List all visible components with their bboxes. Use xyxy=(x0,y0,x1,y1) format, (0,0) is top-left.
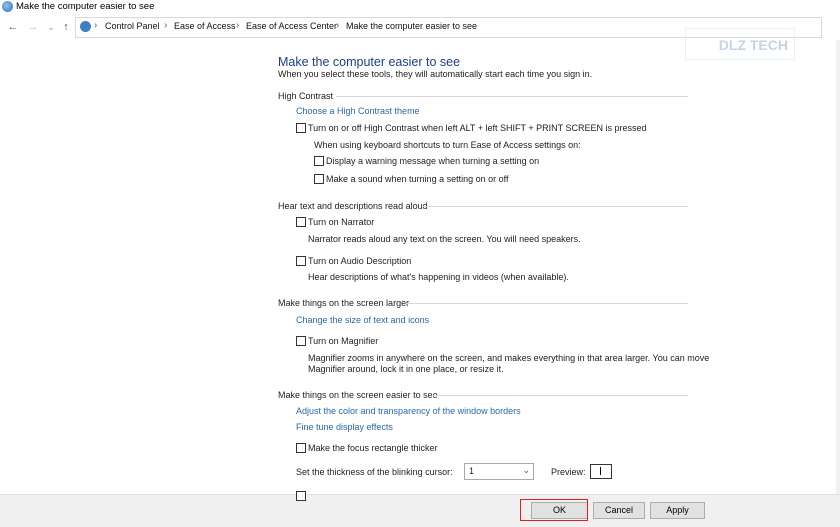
section-divider xyxy=(406,303,688,304)
window-title: Make the computer easier to see xyxy=(16,1,155,12)
partially-hidden-checkbox[interactable] xyxy=(296,491,306,501)
narrator-checkbox[interactable] xyxy=(296,217,306,227)
scrollbar-track[interactable] xyxy=(836,40,840,495)
audio-description-label: Turn on Audio Description xyxy=(308,256,412,266)
high-contrast-shortcut-checkbox[interactable] xyxy=(296,123,306,133)
magnifier-description: Magnifier around, lock it in one place, … xyxy=(308,364,504,374)
high-contrast-shortcut-label: Turn on or off High Contrast when left A… xyxy=(308,123,647,133)
breadcrumb-ease-of-access[interactable]: Ease of Access xyxy=(174,21,236,31)
back-arrow-icon[interactable]: ← xyxy=(6,20,20,34)
sound-checkbox[interactable] xyxy=(314,174,324,184)
high-contrast-theme-link[interactable]: Choose a High Contrast theme xyxy=(296,106,420,116)
window-borders-link[interactable]: Adjust the color and transparency of the… xyxy=(296,406,521,416)
text-size-link[interactable]: Change the size of text and icons xyxy=(296,315,429,325)
sound-label: Make a sound when turning a setting on o… xyxy=(326,174,509,184)
magnifier-description: Magnifier zooms in anywhere on the scree… xyxy=(308,353,710,363)
control-panel-icon xyxy=(2,1,13,12)
audio-description-description: Hear descriptions of what's happening in… xyxy=(308,272,569,282)
button-bar xyxy=(0,494,840,527)
magnifier-checkbox[interactable] xyxy=(296,336,306,346)
ok-button-highlight xyxy=(520,499,588,521)
page-title: Make the computer easier to see xyxy=(278,55,461,69)
cursor-preview-caret xyxy=(600,467,601,475)
warning-message-label: Display a warning message when turning a… xyxy=(326,156,540,166)
control-panel-icon xyxy=(80,21,91,32)
recent-locations-icon[interactable]: ⌄ xyxy=(44,20,58,34)
forward-arrow-icon[interactable]: → xyxy=(26,20,40,34)
section-heading-high-contrast: High Contrast xyxy=(278,91,334,101)
chevron-down-icon: ⌄ xyxy=(522,465,530,475)
breadcrumb-ease-of-access-center[interactable]: Ease of Access Center xyxy=(246,21,337,31)
cancel-button[interactable]: Cancel xyxy=(593,502,645,519)
warning-message-checkbox[interactable] xyxy=(314,156,324,166)
cursor-thickness-label: Set the thickness of the blinking cursor… xyxy=(296,467,453,477)
up-arrow-icon[interactable]: ↑ xyxy=(59,20,73,34)
focus-rectangle-label: Make the focus rectangle thicker xyxy=(308,443,438,453)
section-divider xyxy=(422,206,688,207)
magnifier-label: Turn on Magnifier xyxy=(308,336,379,346)
cursor-thickness-value: 1 xyxy=(469,466,475,476)
title-bar: Make the computer easier to see xyxy=(0,0,840,14)
section-heading-read-aloud: Hear text and descriptions read aloud xyxy=(278,201,428,211)
breadcrumb-current-page[interactable]: Make the computer easier to see xyxy=(346,21,477,31)
display-effects-link[interactable]: Fine tune display effects xyxy=(296,422,393,432)
cursor-thickness-dropdown[interactable]: 1 ⌄ xyxy=(464,463,534,480)
page-subtitle: When you select these tools, they will a… xyxy=(278,69,593,79)
apply-button[interactable]: Apply xyxy=(650,502,705,519)
preview-label: Preview: xyxy=(551,467,586,477)
breadcrumb-control-panel[interactable]: Control Panel xyxy=(105,21,160,31)
narrator-description: Narrator reads aloud any text on the scr… xyxy=(308,234,581,244)
narrator-label: Turn on Narrator xyxy=(308,217,375,227)
breadcrumb-separator[interactable]: › xyxy=(336,20,339,31)
breadcrumb-separator: › xyxy=(94,20,98,31)
section-divider xyxy=(336,96,688,97)
watermark-logo: DLZ TECH xyxy=(685,28,795,60)
section-divider xyxy=(432,395,688,396)
breadcrumb-separator[interactable]: › xyxy=(164,20,167,31)
shortcuts-note: When using keyboard shortcuts to turn Ea… xyxy=(314,140,581,150)
cursor-preview xyxy=(590,464,612,479)
focus-rectangle-checkbox[interactable] xyxy=(296,443,306,453)
breadcrumb-separator[interactable]: › xyxy=(236,20,239,31)
section-heading-easier-to-see: Make things on the screen easier to see xyxy=(278,390,438,400)
section-heading-larger: Make things on the screen larger xyxy=(278,298,410,308)
audio-description-checkbox[interactable] xyxy=(296,256,306,266)
